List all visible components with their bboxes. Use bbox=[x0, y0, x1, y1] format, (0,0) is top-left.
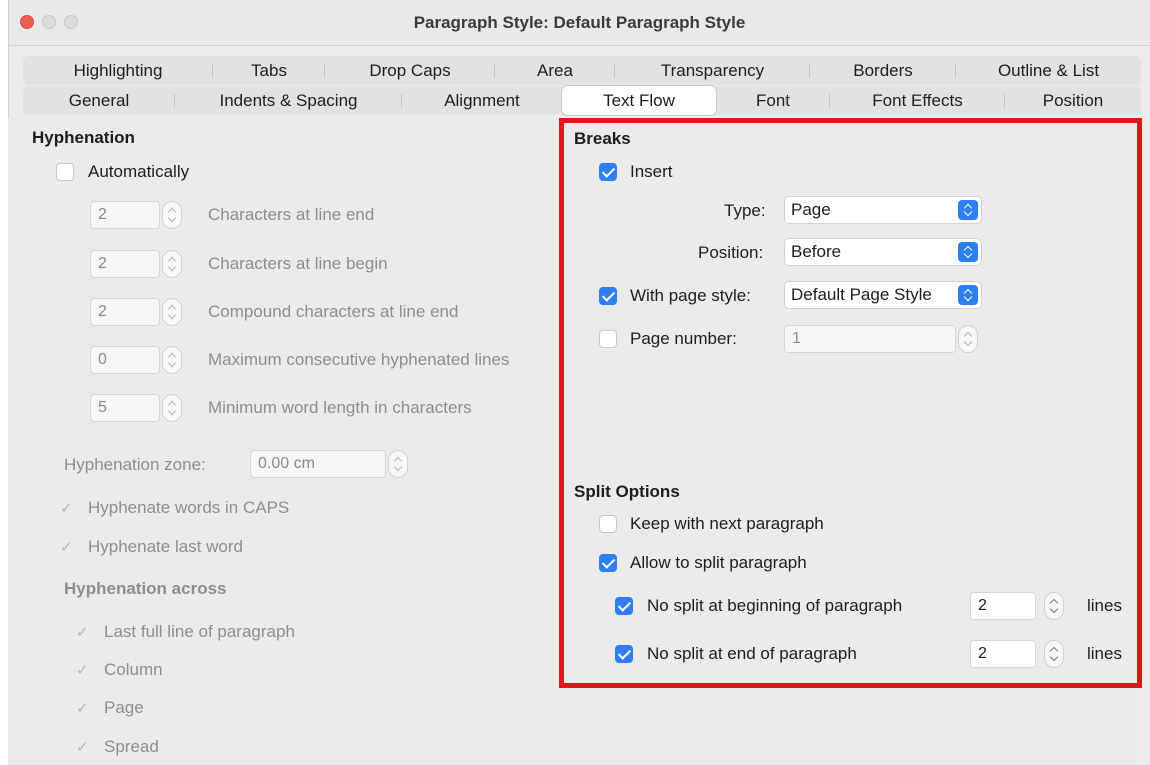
tab-borders[interactable]: Borders bbox=[810, 56, 956, 85]
max-hyphenated-lines-stepper[interactable] bbox=[162, 346, 182, 374]
tab-highlighting[interactable]: Highlighting bbox=[23, 56, 213, 85]
hyphenation-heading: Hyphenation bbox=[32, 128, 135, 147]
hyphenation-across-heading: Hyphenation across bbox=[64, 579, 227, 598]
min-word-length-label: Minimum word length in characters bbox=[208, 398, 472, 417]
spread-checkmark-icon[interactable]: ✓ bbox=[76, 738, 89, 756]
tab-indents-spacing[interactable]: Indents & Spacing bbox=[175, 86, 402, 115]
chars-line-end-stepper[interactable] bbox=[162, 201, 182, 229]
column-checkmark-icon[interactable]: ✓ bbox=[76, 661, 89, 679]
compound-chars-field[interactable]: 2 bbox=[90, 298, 160, 326]
tab-general[interactable]: General bbox=[23, 86, 175, 115]
tab-text-flow[interactable]: Text Flow bbox=[562, 86, 716, 115]
max-hyphenated-lines-field[interactable]: 0 bbox=[90, 346, 160, 374]
spread-label: Spread bbox=[104, 737, 159, 756]
tab-alignment[interactable]: Alignment bbox=[402, 86, 562, 115]
chars-line-begin-stepper[interactable] bbox=[162, 250, 182, 278]
hyphenation-zone-stepper[interactable] bbox=[388, 450, 408, 478]
hyphenate-last-word-label: Hyphenate last word bbox=[88, 537, 243, 556]
chars-line-end-field[interactable]: 2 bbox=[90, 201, 160, 229]
tab-tabs[interactable]: Tabs bbox=[213, 56, 325, 85]
tab-drop-caps[interactable]: Drop Caps bbox=[325, 56, 495, 85]
page-checkmark-icon[interactable]: ✓ bbox=[76, 699, 89, 717]
max-hyphenated-lines-label: Maximum consecutive hyphenated lines bbox=[208, 350, 510, 369]
last-word-checkmark-icon[interactable]: ✓ bbox=[60, 538, 73, 556]
chars-line-end-label: Characters at line end bbox=[208, 205, 375, 224]
caps-checkmark-icon[interactable]: ✓ bbox=[60, 499, 73, 517]
hyphenate-caps-label: Hyphenate words in CAPS bbox=[88, 498, 290, 517]
tab-row-1: Highlighting Tabs Drop Caps Area Transpa… bbox=[23, 56, 1141, 85]
hyphenation-zone-field[interactable]: 0.00 cm bbox=[250, 450, 386, 478]
tab-font[interactable]: Font bbox=[716, 86, 830, 115]
automatically-checkbox[interactable] bbox=[56, 163, 74, 181]
min-word-length-field[interactable]: 5 bbox=[90, 394, 160, 422]
page-label: Page bbox=[104, 698, 144, 717]
title-bar: Paragraph Style: Default Paragraph Style bbox=[9, 0, 1150, 46]
window-title: Paragraph Style: Default Paragraph Style bbox=[413, 13, 746, 32]
min-word-length-stepper[interactable] bbox=[162, 394, 182, 422]
tab-row-2: General Indents & Spacing Alignment Text… bbox=[23, 86, 1141, 115]
tab-outline-list[interactable]: Outline & List bbox=[956, 56, 1141, 85]
last-full-line-checkmark-icon[interactable]: ✓ bbox=[76, 623, 89, 641]
tab-area[interactable]: Area bbox=[495, 56, 615, 85]
compound-chars-label: Compound characters at line end bbox=[208, 302, 459, 321]
last-full-line-label: Last full line of paragraph bbox=[104, 622, 295, 641]
tab-font-effects[interactable]: Font Effects bbox=[830, 86, 1005, 115]
automatically-label: Automatically bbox=[88, 162, 190, 181]
compound-chars-stepper[interactable] bbox=[162, 298, 182, 326]
tab-transparency[interactable]: Transparency bbox=[615, 56, 810, 85]
column-label: Column bbox=[104, 660, 163, 679]
chars-line-begin-field[interactable]: 2 bbox=[90, 250, 160, 278]
highlight-annotation-box bbox=[559, 118, 1142, 688]
hyphenation-zone-label: Hyphenation zone: bbox=[64, 455, 206, 474]
chars-line-begin-label: Characters at line begin bbox=[208, 254, 388, 273]
tab-position[interactable]: Position bbox=[1005, 86, 1141, 115]
